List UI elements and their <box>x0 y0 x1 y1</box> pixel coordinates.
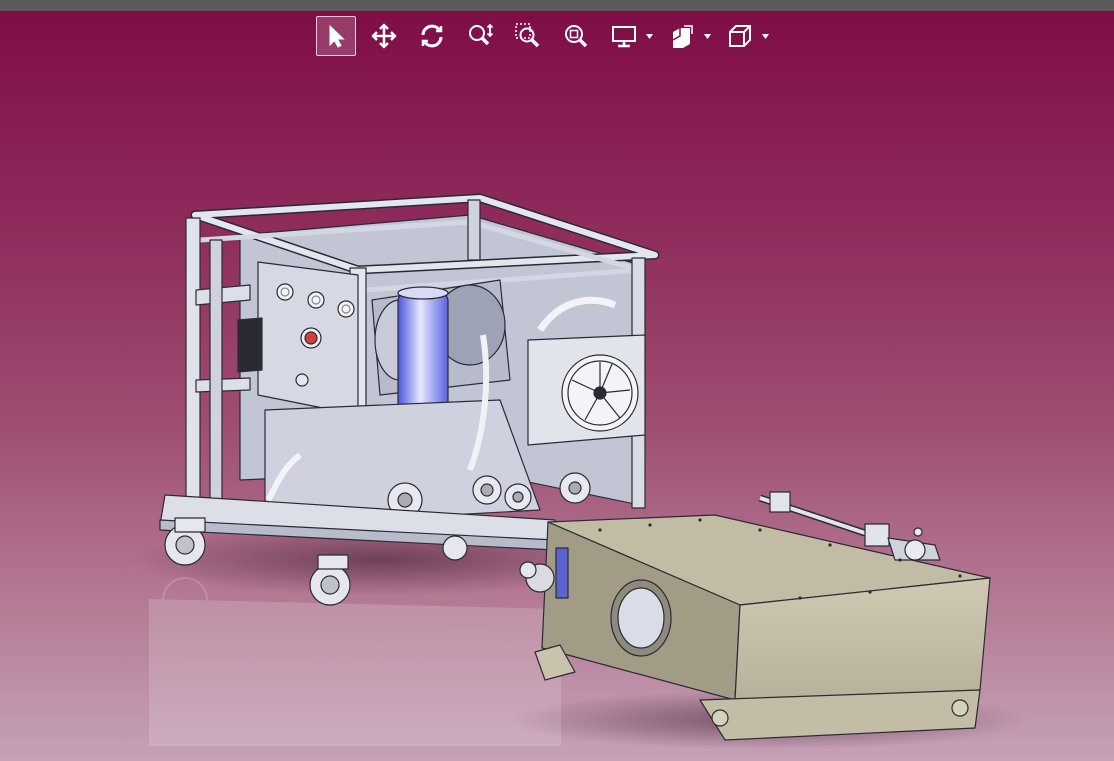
section-view-button[interactable] <box>662 16 702 56</box>
window-top-strip <box>0 0 1114 11</box>
pan-button[interactable] <box>364 16 404 56</box>
display-mode-button[interactable] <box>604 16 644 56</box>
chevron-down-icon <box>645 33 653 39</box>
section-view-caret[interactable] <box>702 16 712 56</box>
select-button[interactable] <box>316 16 356 56</box>
standard-views-caret[interactable] <box>760 16 770 56</box>
chevron-down-icon <box>703 33 711 39</box>
pan-icon <box>371 23 397 49</box>
display-mode-icon <box>612 26 636 48</box>
chevron-down-icon <box>761 33 769 39</box>
standard-views-dropdown[interactable] <box>720 16 770 56</box>
zoom-in-out-icon <box>469 23 494 46</box>
standard-views-button[interactable] <box>720 16 760 56</box>
select-arrow-icon <box>329 24 345 48</box>
floor-reflection <box>149 577 561 746</box>
display-mode-caret[interactable] <box>644 16 654 56</box>
display-mode-dropdown[interactable] <box>604 16 654 56</box>
rotate-button[interactable] <box>412 16 452 56</box>
section-view-icon <box>672 25 693 48</box>
zoom-fit-button[interactable] <box>556 16 596 56</box>
cad-model-render <box>130 193 1030 750</box>
zoom-window-icon <box>515 23 540 48</box>
zoom-in-out-button[interactable] <box>460 16 500 56</box>
zoom-window-button[interactable] <box>508 16 548 56</box>
zoom-fit-icon <box>565 25 588 48</box>
view-toolbar <box>316 16 778 56</box>
section-view-dropdown[interactable] <box>662 16 712 56</box>
3d-viewport[interactable] <box>0 60 1114 761</box>
rotate-icon <box>421 24 443 48</box>
standard-views-icon <box>729 25 751 47</box>
